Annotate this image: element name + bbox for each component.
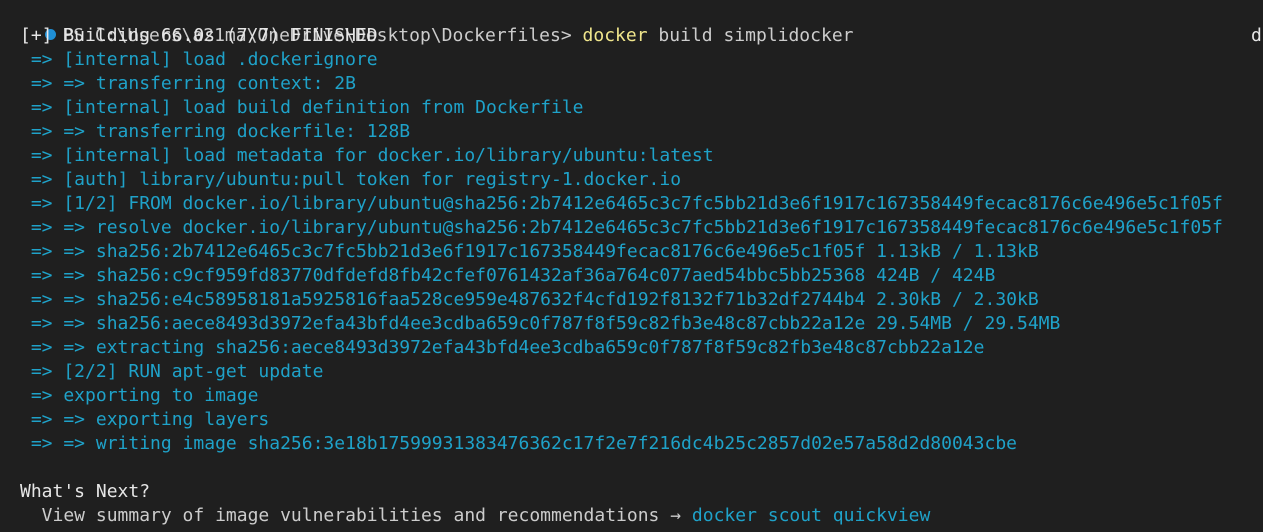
build-step: => [2/2] RUN apt-get update	[20, 361, 324, 382]
build-step: => => resolve docker.io/library/ubuntu@s…	[20, 217, 1223, 238]
build-step: => => transferring context: 2B	[20, 73, 356, 94]
build-step: => [internal] load .dockerignore	[20, 49, 378, 70]
build-step: => => writing image sha256:3e18b17599931…	[20, 433, 1017, 454]
build-step: => [1/2] FROM docker.io/library/ubuntu@s…	[20, 193, 1223, 214]
clipped-right-text: d	[1251, 25, 1262, 46]
build-step: => => extracting sha256:aece8493d3972efa…	[20, 337, 985, 358]
build-step: => [internal] load build definition from…	[20, 97, 584, 118]
whats-next-line: View summary of image vulnerabilities an…	[20, 504, 931, 528]
build-step: => => sha256:e4c58958181a5925816faa528ce…	[20, 289, 1039, 310]
prompt-line: PS C:\Users\a21ma\OneDrive\Desktop\Docke…	[0, 0, 854, 46]
docker-scout-link[interactable]: docker scout quickview	[692, 505, 930, 526]
build-step: => => sha256:c9cf959fd83770dfdefd8fb42cf…	[20, 265, 996, 286]
prompt-command: docker	[582, 25, 648, 46]
build-step: => => exporting layers	[20, 409, 270, 430]
whats-next-text: View summary of image vulnerabilities an…	[20, 505, 692, 526]
build-step: => => sha256:2b7412e6465c3c7fc5bb21d3e6f…	[20, 241, 1039, 262]
build-header: [+] Building 66.0s (7/7) FINISHED	[20, 25, 378, 46]
terminal-panel[interactable]: PS C:\Users\a21ma\OneDrive\Desktop\Docke…	[0, 0, 1263, 532]
build-step: => [internal] load metadata for docker.i…	[20, 145, 714, 166]
build-step: => [auth] library/ubuntu:pull token for …	[20, 169, 682, 190]
build-step: => exporting to image	[20, 385, 259, 406]
build-step: => => sha256:aece8493d3972efa43bfd4ee3cd…	[20, 313, 1061, 334]
prompt-args: build simplidocker	[658, 25, 854, 46]
build-step: => => transferring dockerfile: 128B	[20, 121, 411, 142]
whats-next-heading: What's Next?	[20, 481, 151, 502]
